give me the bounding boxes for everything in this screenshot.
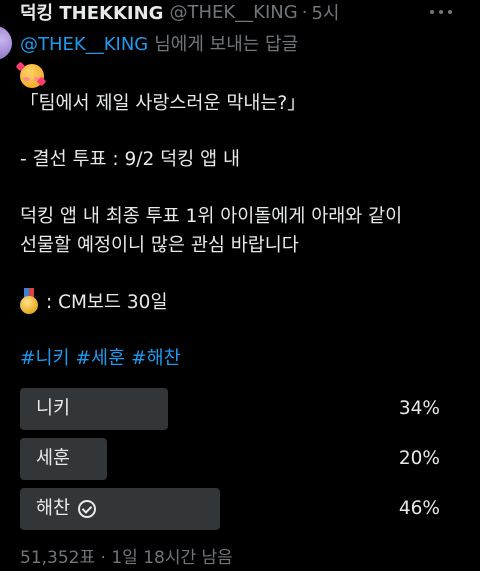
poll-option: 세훈 20%: [20, 438, 440, 480]
more-options-icon[interactable]: [430, 3, 452, 21]
author-name[interactable]: 덕킹 THEKKING: [20, 0, 163, 25]
gold-medal-icon: [20, 288, 38, 314]
poll-percent: 34%: [398, 398, 440, 419]
medal-line-text: : CM보드 30일: [46, 292, 168, 313]
poll-percent: 20%: [398, 448, 440, 469]
tweet-text-line: 덕킹 앱 내 최종 투표 1위 아이돌에게 아래와 같이: [20, 206, 403, 227]
tweet-text-line: - 결선 투표 : 9/2 덕킹 앱 내: [20, 149, 241, 170]
separator: ·: [301, 1, 308, 23]
reply-context: @THEK__KING 님에게 보내는 답글: [20, 30, 298, 56]
poll-option: 해찬 46%: [20, 488, 440, 530]
tweet-header: 덕킹 THEKKING @THEK__KING · 5시: [20, 0, 468, 25]
poll-option-text: 해찬: [36, 498, 71, 519]
hashtag-link[interactable]: #니키: [20, 348, 70, 369]
poll-percent: 46%: [398, 498, 440, 519]
tweet-text-line: : CM보드 30일: [20, 288, 466, 317]
smiling-face-with-hearts-icon: [15, 61, 47, 88]
hashtag-link[interactable]: #세훈: [76, 348, 126, 369]
poll-footer: 51,352표 · 1일 18시간 남음: [20, 548, 233, 568]
poll-option-text: 니키: [36, 398, 71, 419]
poll-option-text: 세훈: [36, 448, 71, 469]
poll-option-label: 해찬: [36, 488, 97, 530]
tweet-text-line: 선물할 예정이니 많은 관심 바랍니다: [20, 235, 299, 256]
poll-option-label: 니키: [36, 388, 70, 430]
poll-option: 니키 34%: [20, 388, 440, 430]
reply-suffix: 님에게 보내는 답글: [154, 34, 299, 55]
hashtag-link[interactable]: #해찬: [131, 348, 181, 369]
reply-mention-link[interactable]: @THEK__KING: [20, 34, 148, 55]
author-handle[interactable]: @THEK__KING: [169, 2, 297, 23]
hashtag-list: #니키 #세훈 #해찬: [20, 344, 187, 370]
avatar[interactable]: [0, 26, 12, 60]
tweet-text-line: 「팀에서 제일 사랑스러운 막내는?」: [20, 93, 306, 114]
timestamp[interactable]: 5시: [311, 0, 339, 25]
check-circle-icon: [78, 500, 97, 518]
poll-option-label: 세훈: [36, 438, 70, 480]
